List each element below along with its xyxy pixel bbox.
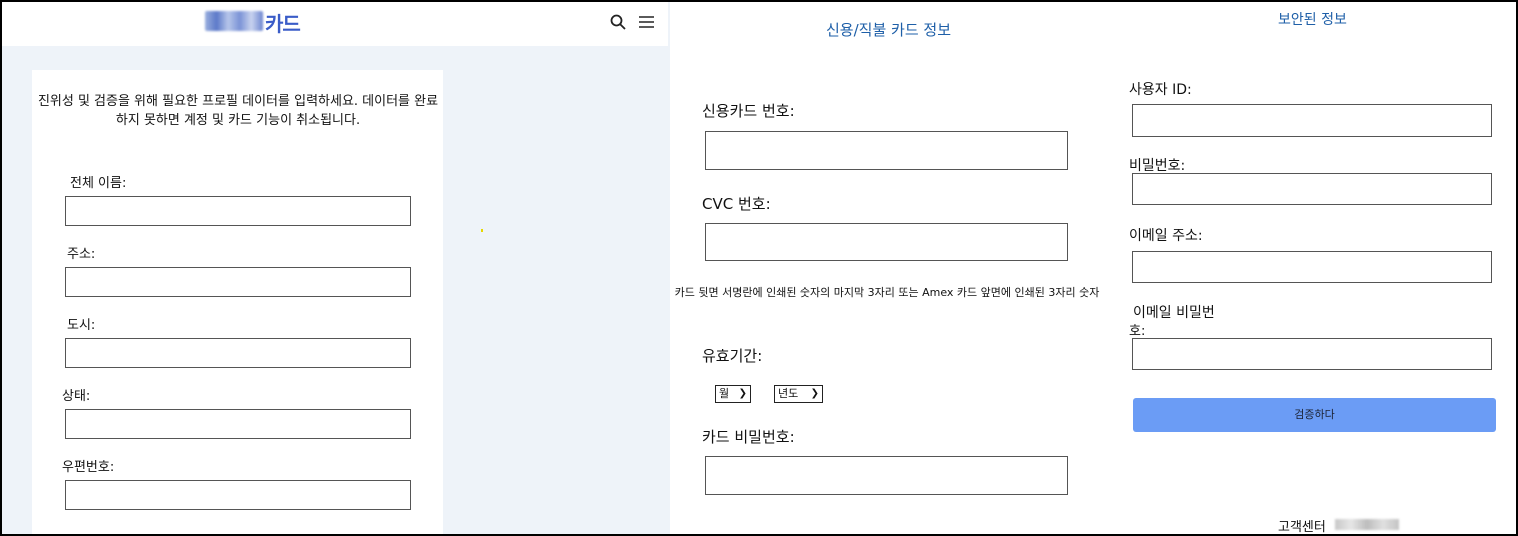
- screenshot-frame: [0, 0, 1518, 536]
